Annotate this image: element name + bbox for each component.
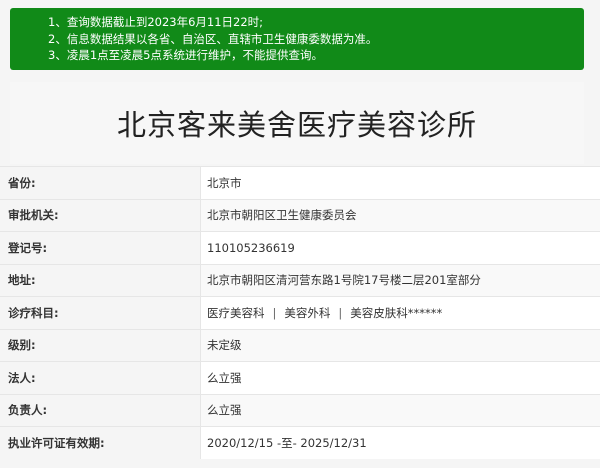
row-legal-person: 法人: 么立强 [0,361,600,394]
row-label: 省份: [0,167,200,199]
row-label: 级别: [0,329,200,361]
row-label: 登记号: [0,232,200,264]
info-table: 省份: 北京市 审批机关: 北京市朝阳区卫生健康委员会 登记号: 1101052… [0,166,600,459]
row-departments: 诊疗科目: 医疗美容科 | 美容外科 | 美容皮肤科****** [0,296,600,329]
row-label: 诊疗科目: [0,297,200,329]
row-license-validity: 执业许可证有效期: 2020/12/15 -至- 2025/12/31 [0,426,600,459]
row-value: 北京市朝阳区清河营东路1号院17号楼二层201室部分 [200,264,600,296]
notice-line-3: 3、凌晨1点至凌晨5点系统进行维护，不能提供查询。 [48,48,323,62]
notice-banner: 1、查询数据截止到2023年6月11日22时; 2、信息数据结果以各省、自治区、… [10,8,584,70]
row-person-in-charge: 负责人: 么立强 [0,393,600,426]
notice-line-1: 1、查询数据截止到2023年6月11日22时; [48,15,264,29]
row-value: 医疗美容科 | 美容外科 | 美容皮肤科****** [200,297,600,329]
department-separator: | [272,305,277,320]
row-label: 地址: [0,264,200,296]
row-value: 2020/12/15 -至- 2025/12/31 [200,427,600,459]
row-value: 110105236619 [200,232,600,264]
page-title: 北京客来美舍医疗美容诊所 [116,108,477,142]
notice-line-2: 2、信息数据结果以各省、自治区、直辖市卫生健康委数据为准。 [48,31,378,46]
row-approval-authority: 审批机关: 北京市朝阳区卫生健康委员会 [0,198,600,231]
row-label: 法人: [0,362,200,394]
row-value: 未定级 [200,329,600,361]
row-value: 么立强 [200,394,600,426]
row-value: 北京市 [200,167,600,199]
row-level: 级别: 未定级 [0,328,600,361]
row-registration-number: 登记号: 110105236619 [0,231,600,264]
department-item: 美容外科 [284,305,331,320]
title-section: 北京客来美舍医疗美容诊所 [10,82,584,164]
department-item: 美容皮肤科****** [350,305,443,320]
department-item: 医疗美容科 [207,305,265,320]
row-label: 负责人: [0,394,200,426]
row-province: 省份: 北京市 [0,166,600,199]
row-value: 么立强 [200,362,600,394]
row-address: 地址: 北京市朝阳区清河营东路1号院17号楼二层201室部分 [0,263,600,296]
row-label: 审批机关: [0,199,200,231]
row-label: 执业许可证有效期: [0,427,200,459]
department-separator: | [338,305,343,320]
row-value: 北京市朝阳区卫生健康委员会 [200,199,600,231]
